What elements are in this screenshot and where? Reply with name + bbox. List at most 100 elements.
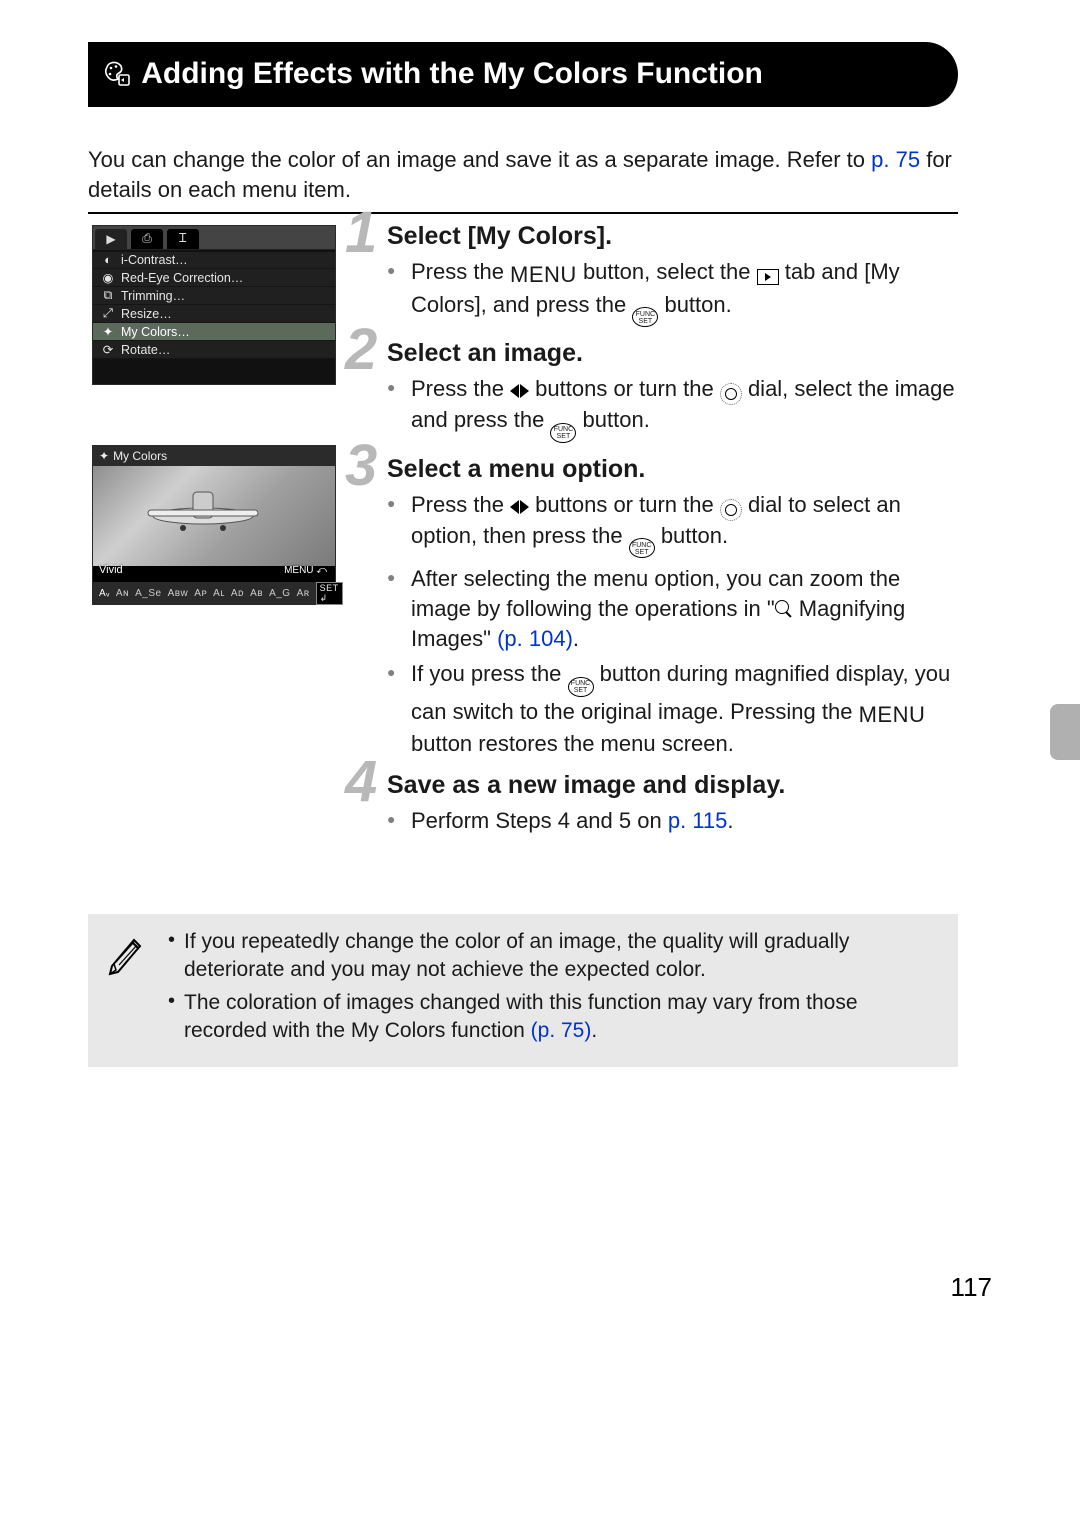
my-colors-header-text: My Colors: [113, 449, 167, 463]
note-box: If you repeatedly change the color of an…: [88, 914, 958, 1067]
func-set-button-icon: FUNCSET: [568, 677, 594, 697]
note-item: If you repeatedly change the color of an…: [168, 928, 940, 985]
text-span: button.: [658, 292, 731, 317]
func-set-button-icon: FUNCSET: [629, 538, 655, 558]
text-span: Press the: [411, 259, 510, 284]
step-number: 4: [345, 753, 377, 811]
func-set-button-icon: FUNCSET: [550, 423, 576, 443]
left-right-arrows-icon: [510, 384, 529, 398]
menu-button-icon: MENU: [510, 260, 577, 290]
note-item: The coloration of images changed with th…: [168, 989, 940, 1046]
my-colors-option-strip: AᵥAɴA_SeAʙwAᴘAʟAᴅAʙA_GAʀSET ↲: [93, 582, 335, 604]
camera-menu-item-label: Resize…: [121, 307, 172, 321]
control-dial-icon: [720, 383, 742, 405]
steps-column: 1Select [My Colors].Press the MENU butto…: [355, 222, 960, 848]
text-span: The coloration of images changed with th…: [184, 991, 858, 1042]
palette-icon: ✦: [99, 449, 109, 463]
camera-menu-item-icon: ⧉: [101, 288, 115, 303]
left-right-arrows-icon: [510, 500, 529, 514]
text-span: buttons or turn the: [529, 492, 720, 517]
control-dial-icon: [720, 499, 742, 521]
step-number: 2: [345, 321, 377, 379]
func-set-button-icon: FUNCSET: [632, 307, 658, 327]
page-title-banner: Adding Effects with the My Colors Functi…: [88, 42, 958, 107]
my-colors-option: A_G: [269, 588, 291, 599]
step: 2Select an image.Press the buttons or tu…: [355, 339, 960, 443]
text-span: button restores the menu screen.: [411, 731, 734, 756]
camera-menu-item-icon: ✦: [101, 324, 115, 339]
camera-menu-item-label: Rotate…: [121, 343, 170, 357]
camera-menu-item-label: My Colors…: [121, 325, 190, 339]
my-colors-preview-image: [93, 466, 335, 566]
text-span: button.: [576, 407, 649, 432]
magnify-icon: [775, 600, 793, 618]
step-title: Save as a new image and display.: [387, 771, 960, 800]
airplane-illustration: [143, 488, 263, 538]
text-span: Press the: [411, 492, 510, 517]
camera-menu-item: ⧉ Trimming…: [93, 287, 335, 305]
step-body: Press the MENU button, select the tab an…: [387, 257, 960, 327]
current-effect-label: Vivid: [99, 564, 123, 576]
text-span: If you repeatedly change the color of an…: [184, 930, 849, 981]
camera-menu-item: ✦ My Colors…: [93, 323, 335, 341]
pencil-note-icon: [102, 928, 150, 976]
page-title: Adding Effects with the My Colors Functi…: [141, 57, 763, 90]
step-title: Select an image.: [387, 339, 960, 368]
page-number: 117: [951, 1272, 992, 1303]
camera-menu-item-icon: ◉: [101, 270, 115, 285]
set-label: SET ↲: [316, 582, 343, 605]
step-number: 3: [345, 437, 377, 495]
playback-tab-icon: [757, 269, 779, 285]
camera-menu-item: ⤢ Resize…: [93, 305, 335, 323]
my-colors-preview-screenshot: ✦ My Colors Vivid MENU ⤺ AᵥAɴA_SeAʙwAᴘAʟ…: [92, 445, 336, 605]
step-title: Select [My Colors].: [387, 222, 960, 251]
step-body: Press the buttons or turn the dial to se…: [387, 490, 960, 759]
step: 4Save as a new image and display.Perform…: [355, 771, 960, 836]
my-colors-option: Aʟ: [213, 588, 225, 599]
camera-menu-list: ◐ i-Contrast… ◉ Red-Eye Correction… ⧉ Trimmin…: [93, 250, 335, 361]
text-span: Press the: [411, 376, 510, 401]
camera-menu-item-label: Trimming…: [121, 289, 185, 303]
camera-menu-item: ◉ Red-Eye Correction…: [93, 269, 335, 287]
xref-link[interactable]: (p. 75): [531, 1019, 592, 1042]
text-span: button, select the: [577, 259, 757, 284]
menu-button-icon: MENU: [859, 700, 926, 730]
xref-link[interactable]: (p. 104): [497, 626, 573, 651]
tools-tab-icon: Ꮖ: [167, 229, 199, 249]
my-colors-option: Aʀ: [297, 588, 310, 599]
my-colors-option: Aʙw: [168, 588, 189, 599]
text-span: Perform Steps 4 and 5 on: [411, 808, 668, 833]
step-bullet: After selecting the menu option, you can…: [387, 564, 960, 653]
text-span: button.: [655, 523, 728, 548]
camera-menu-item: ⟳Rotate…: [93, 341, 335, 359]
step: 3Select a menu option.Press the buttons …: [355, 455, 960, 759]
my-colors-option: A_Se: [135, 588, 161, 599]
step-body: Press the buttons or turn the dial, sele…: [387, 374, 960, 443]
text-span: .: [573, 626, 579, 651]
my-colors-option: Aʙ: [250, 588, 263, 599]
my-colors-option: Aᴘ: [194, 588, 207, 599]
step-bullet: If you press the FUNCSET button during m…: [387, 659, 960, 759]
intro-text-1: You can change the color of an image and…: [88, 147, 871, 172]
my-colors-option: Aᴅ: [231, 588, 244, 599]
step: 1Select [My Colors].Press the MENU butto…: [355, 222, 960, 327]
page: Adding Effects with the My Colors Functi…: [0, 0, 1080, 1521]
intro-link-p75[interactable]: p. 75: [871, 147, 920, 172]
step-bullet: Press the MENU button, select the tab an…: [387, 257, 960, 327]
step-body: Perform Steps 4 and 5 on p. 115.: [387, 806, 960, 836]
camera-menu-item-label: Red-Eye Correction…: [121, 271, 243, 285]
xref-link[interactable]: p. 115: [668, 808, 728, 833]
camera-menu-item-icon: ◐: [101, 253, 115, 267]
camera-menu-item-icon: ⤢: [101, 306, 115, 321]
step-bullet: Perform Steps 4 and 5 on p. 115.: [387, 806, 960, 836]
step-number: 1: [345, 204, 377, 262]
my-colors-option: Aᵥ: [99, 588, 110, 599]
playback-tab-icon: ▶: [95, 229, 127, 249]
camera-menu-item-label: i-Contrast…: [121, 253, 188, 267]
text-span: .: [727, 808, 733, 833]
divider: [88, 212, 958, 214]
camera-menu-item: ◐ i-Contrast…: [93, 252, 335, 269]
camera-menu-screenshot: ▶ ⎙ Ꮖ ◐ i-Contrast… ◉ Red-Eye Correction… ⧉ T…: [92, 225, 336, 385]
intro-paragraph: You can change the color of an image and…: [88, 145, 958, 204]
print-tab-icon: ⎙: [131, 229, 163, 249]
